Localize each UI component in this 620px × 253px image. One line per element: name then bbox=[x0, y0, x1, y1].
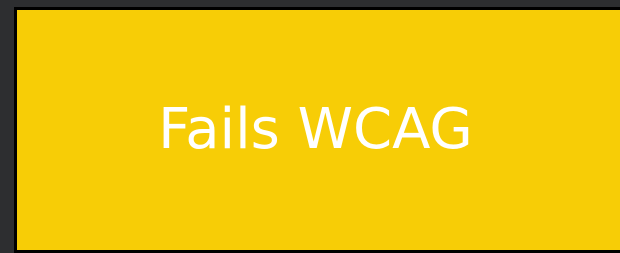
contrast-sample-card: Fails WCAG bbox=[14, 7, 620, 253]
contrast-sample-label: Fails WCAG bbox=[158, 97, 473, 162]
page-background: Fails WCAG bbox=[0, 0, 620, 253]
